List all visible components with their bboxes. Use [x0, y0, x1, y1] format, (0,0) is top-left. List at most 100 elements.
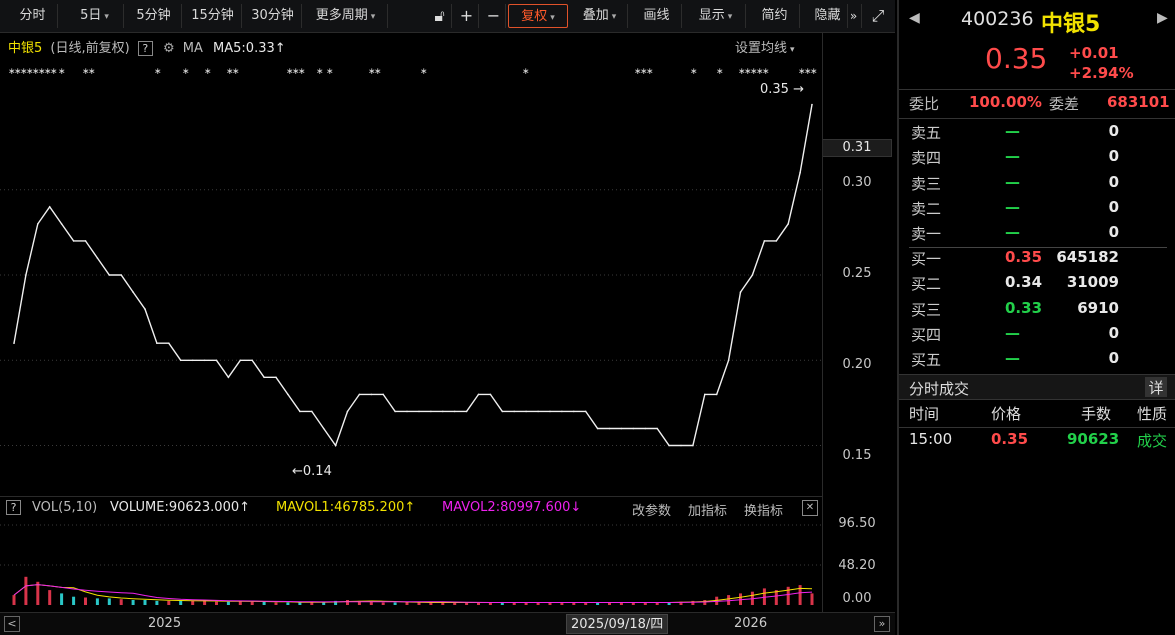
level-label: 卖五: [911, 124, 942, 142]
volume-help-button[interactable]: ?: [6, 500, 21, 515]
price-point: [644, 427, 647, 430]
price-point: [430, 410, 432, 413]
price-point: [108, 274, 111, 276]
bid-row[interactable]: 买五 — 0: [899, 349, 1175, 374]
edit-params-button[interactable]: 改参数: [632, 500, 671, 519]
event-marker[interactable]: ∗: [316, 67, 324, 77]
volume-bar: [393, 602, 397, 605]
tab-5day[interactable]: 5日: [66, 4, 124, 28]
help-button[interactable]: ?: [137, 41, 153, 56]
ma-settings-dropdown[interactable]: 设置均线 ▾: [735, 37, 795, 56]
tab-intraday[interactable]: 分时: [8, 4, 58, 28]
volume-bar: [24, 576, 28, 605]
volume-bar: [739, 593, 742, 605]
price-point: [453, 410, 456, 413]
display-dropdown[interactable]: 显示: [686, 4, 746, 28]
ask-row[interactable]: 卖二 — 0: [899, 198, 1175, 223]
bid-row[interactable]: 买三 0.33 6910: [899, 299, 1175, 324]
volume-chart[interactable]: [0, 519, 822, 611]
price-point: [370, 393, 373, 396]
event-marker[interactable]: ∗: [50, 67, 58, 77]
event-marker[interactable]: ∗: [690, 67, 698, 77]
bid-row[interactable]: 买二 0.34 31009: [899, 273, 1175, 298]
level-volume: 6910: [1077, 298, 1119, 317]
volume-bar: [48, 590, 52, 605]
fullscreen-icon[interactable]: ⤢: [866, 4, 890, 28]
overlay-dropdown[interactable]: 叠加: [572, 4, 628, 28]
hide-button[interactable]: 隐藏: [808, 4, 848, 28]
event-marker[interactable]: ∗: [646, 67, 654, 77]
event-marker[interactable]: ∗: [762, 67, 770, 77]
level-label: 卖一: [911, 225, 942, 244]
event-marker[interactable]: ∗: [232, 67, 240, 77]
date-scrollbar[interactable]: < 2025 2025/09/18/四 2026 »: [0, 612, 895, 635]
simple-mode-button[interactable]: 简约: [750, 4, 800, 28]
price-point: [394, 410, 396, 413]
level-price: —: [1005, 349, 1020, 368]
y-tick-015: 0.15: [842, 448, 872, 463]
event-marker[interactable]: ∗: [716, 67, 724, 77]
volume-bar: [72, 596, 76, 605]
price-point: [96, 257, 99, 259]
volume-bar: [405, 602, 409, 605]
volume-bar: [36, 581, 40, 605]
event-marker[interactable]: ∗: [522, 67, 530, 77]
scroll-left-button[interactable]: <: [4, 616, 20, 632]
plus-icon[interactable]: +: [455, 4, 479, 28]
price-chart[interactable]: ∗∗∗∗∗∗∗∗ ∗ ∗∗ ∗ ∗ ∗ ∗∗ ∗∗∗ ∗ ∗ ∗∗ ∗ ∗ ∗∗∗ ∗ ∗ ∗∗∗∗∗ ∗∗∗: [0, 56, 822, 496]
event-marker[interactable]: ∗: [298, 67, 306, 77]
minus-icon[interactable]: −: [482, 4, 506, 28]
last-price-marker: 0.31: [822, 139, 892, 157]
add-indicator-button[interactable]: 加指标: [688, 500, 727, 519]
price-point: [489, 393, 492, 396]
event-marker[interactable]: ∗: [58, 67, 66, 77]
draw-lines-button[interactable]: 画线: [632, 4, 682, 28]
price-point: [620, 427, 623, 430]
next-stock-icon[interactable]: ▶: [1157, 10, 1168, 26]
volume-bar: [226, 601, 230, 605]
volume-bar: [12, 595, 16, 605]
change-indicator-button[interactable]: 换指标: [744, 500, 783, 519]
tab-5min[interactable]: 5分钟: [126, 4, 182, 28]
bid-row[interactable]: 买四 — 0: [899, 324, 1175, 349]
more-periods-dropdown[interactable]: 更多周期: [304, 4, 388, 28]
date-label-2025: 2025: [148, 616, 182, 631]
level-price: —: [1005, 122, 1020, 140]
gear-icon[interactable]: ⚙: [163, 41, 175, 56]
ma-label: MA: [182, 41, 203, 56]
event-marker[interactable]: ∗: [88, 67, 96, 77]
volume-bar: [95, 598, 99, 605]
ticks-detail-button[interactable]: 详: [1145, 377, 1167, 397]
prev-stock-icon[interactable]: ◀: [909, 10, 920, 26]
price-point: [275, 376, 277, 379]
double-chevron-right-icon[interactable]: »: [846, 4, 862, 28]
ask-row[interactable]: 卖四 — 0: [899, 147, 1175, 172]
tab-30min[interactable]: 30分钟: [244, 4, 302, 28]
scroll-right-button[interactable]: »: [874, 616, 890, 632]
ticks-column-headers: 时间 价格 手数 性质: [899, 403, 1175, 428]
mavol2-value: MAVOL2:80997.600↓: [442, 500, 581, 515]
ask-row[interactable]: 卖三 — 0: [899, 173, 1175, 198]
volume-indicator-name: VOL(5,10): [32, 500, 98, 515]
event-marker[interactable]: ∗: [182, 67, 190, 77]
event-marker[interactable]: ∗: [810, 67, 818, 77]
adjust-dropdown[interactable]: 复权: [508, 4, 568, 28]
level-label: 买二: [911, 275, 942, 294]
level-label: 买一: [911, 250, 942, 268]
ask-row[interactable]: 卖五 — 0: [899, 122, 1175, 147]
lock-icon[interactable]: 🔓︎: [428, 4, 452, 28]
event-marker[interactable]: ∗: [374, 67, 382, 77]
event-marker[interactable]: ∗: [326, 67, 334, 77]
close-icon[interactable]: ✕: [802, 500, 818, 516]
event-marker[interactable]: ∗: [204, 67, 212, 77]
axis-divider: [822, 33, 823, 612]
price-point: [382, 393, 385, 396]
event-marker[interactable]: ∗: [154, 67, 162, 77]
tab-15min[interactable]: 15分钟: [184, 4, 242, 28]
level-label: 买三: [911, 300, 942, 319]
ask-row[interactable]: 卖一 — 0: [899, 223, 1175, 248]
price-point: [203, 359, 206, 362]
level-volume: 0: [1108, 122, 1119, 140]
bid-row[interactable]: 买一 0.35 645182: [899, 248, 1175, 273]
event-marker[interactable]: ∗: [420, 67, 428, 77]
